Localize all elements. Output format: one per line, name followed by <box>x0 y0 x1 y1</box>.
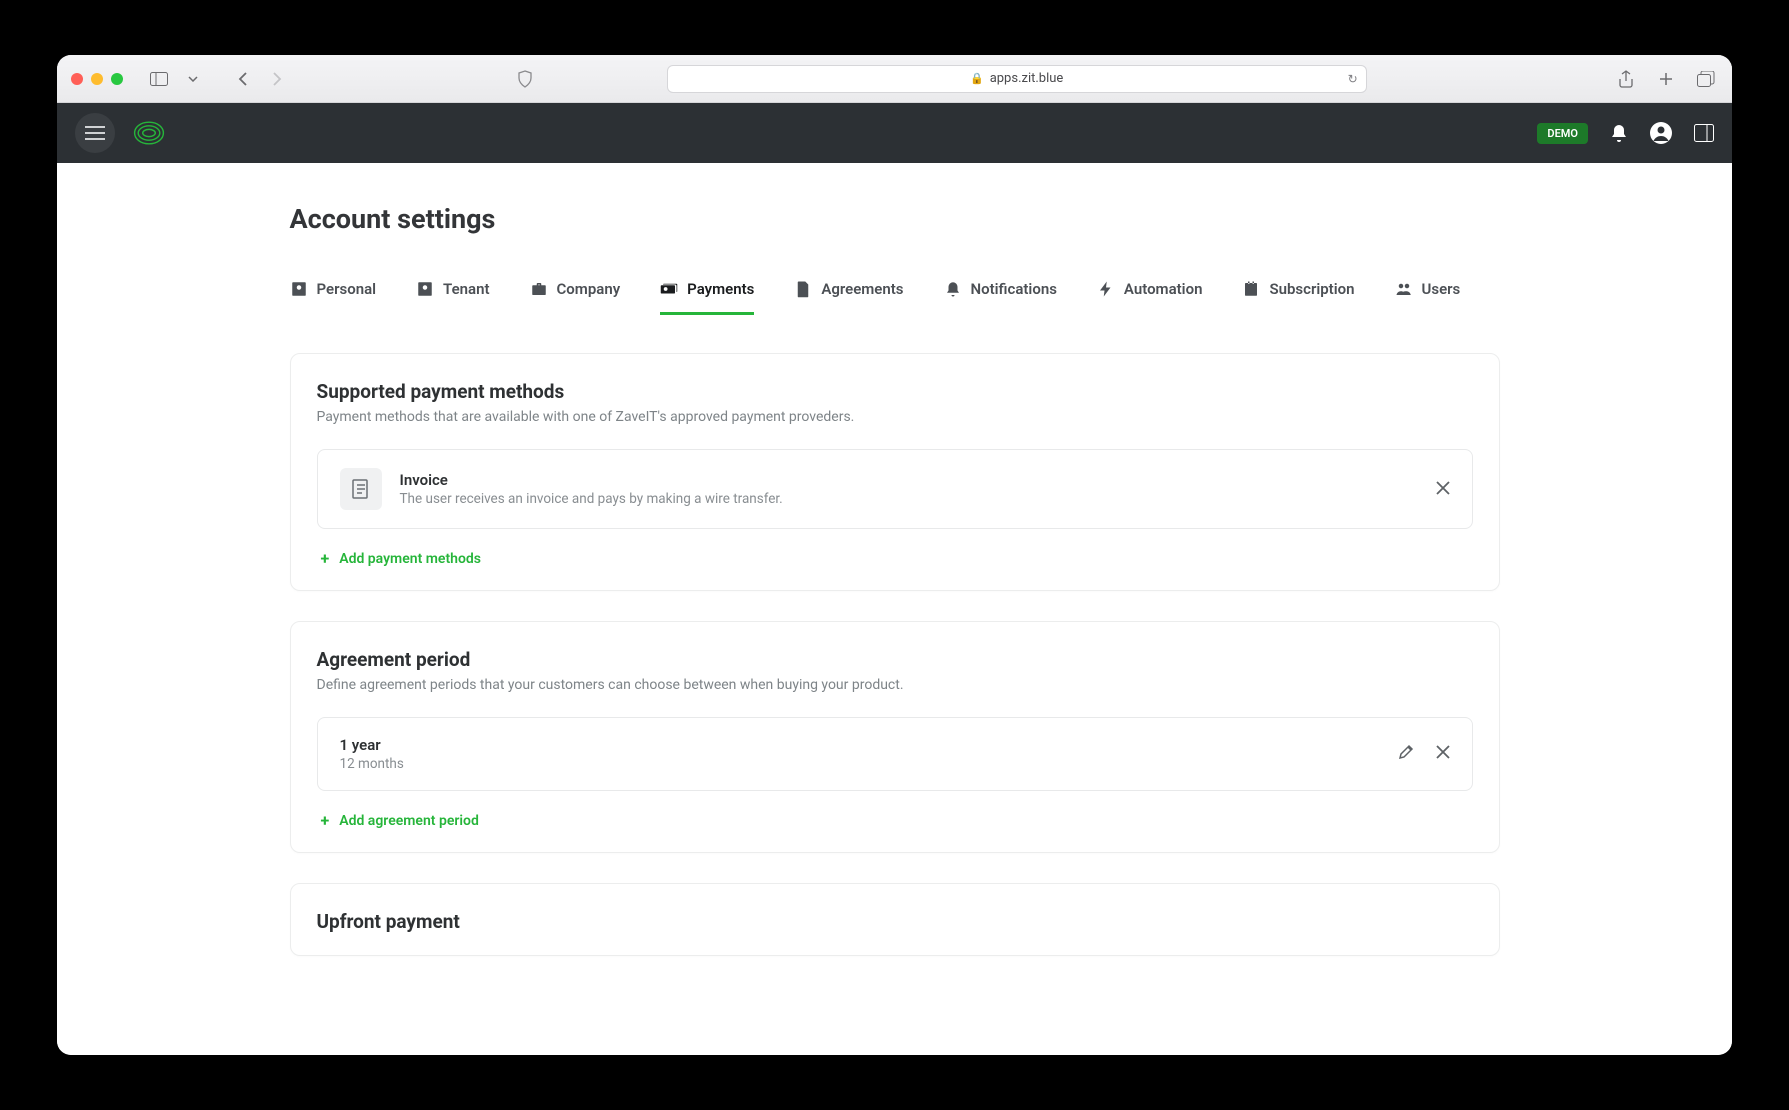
tab-label: Payments <box>687 280 754 298</box>
users-icon <box>1395 280 1413 298</box>
back-button[interactable] <box>231 67 255 91</box>
close-icon <box>1436 745 1450 759</box>
person-card-icon <box>416 280 434 298</box>
edit-button[interactable] <box>1398 744 1414 764</box>
app-header: DEMO <box>57 103 1732 163</box>
tab-subscription[interactable]: Subscription <box>1242 280 1354 315</box>
payment-method-item: Invoice The user receives an invoice and… <box>317 449 1473 529</box>
tab-users[interactable]: Users <box>1395 280 1461 315</box>
panel-icon[interactable] <box>1694 124 1714 142</box>
agreement-period-item: 1 year 12 months <box>317 717 1473 791</box>
remove-button[interactable] <box>1436 480 1450 499</box>
forward-button[interactable] <box>265 67 289 91</box>
tab-label: Subscription <box>1269 280 1354 298</box>
tab-notifications[interactable]: Notifications <box>944 280 1057 315</box>
calendar-icon <box>1242 280 1260 298</box>
tab-label: Users <box>1422 280 1461 298</box>
briefcase-icon <box>530 280 548 298</box>
browser-window: 🔒 apps.zit.blue ↻ DEMO <box>57 55 1732 1055</box>
tab-agreements[interactable]: Agreements <box>794 280 903 315</box>
browser-toolbar: 🔒 apps.zit.blue ↻ <box>57 55 1732 103</box>
url-host: apps.zit.blue <box>990 71 1064 86</box>
pencil-icon <box>1398 744 1414 760</box>
item-description: 12 months <box>340 756 404 772</box>
settings-tabs: Personal Tenant Company Payments Agreeme… <box>290 280 1500 315</box>
tab-label: Notifications <box>971 280 1057 298</box>
add-agreement-period-button[interactable]: + Add agreement period <box>321 811 1473 830</box>
tab-label: Company <box>557 280 621 298</box>
add-label: Add agreement period <box>339 813 479 829</box>
address-bar[interactable]: 🔒 apps.zit.blue ↻ <box>667 65 1367 93</box>
tab-label: Tenant <box>443 280 489 298</box>
item-description: The user receives an invoice and pays by… <box>400 491 783 507</box>
section-title: Upfront payment <box>317 910 1473 933</box>
menu-button[interactable] <box>75 113 115 153</box>
refresh-icon[interactable]: ↻ <box>1348 72 1358 86</box>
close-icon <box>1436 481 1450 495</box>
section-title: Agreement period <box>317 648 1473 671</box>
sidebar-toggle-icon[interactable] <box>147 67 171 91</box>
item-title: 1 year <box>340 736 404 754</box>
tab-label: Agreements <box>821 280 903 298</box>
tab-personal[interactable]: Personal <box>290 280 377 315</box>
bell-icon <box>944 280 962 298</box>
bell-icon[interactable] <box>1610 123 1628 143</box>
payments-icon <box>660 280 678 298</box>
chevron-down-icon[interactable] <box>181 67 205 91</box>
share-icon[interactable] <box>1614 67 1638 91</box>
bolt-icon <box>1097 280 1115 298</box>
section-title: Supported payment methods <box>317 380 1473 403</box>
app-logo[interactable] <box>131 120 167 146</box>
add-label: Add payment methods <box>339 551 481 567</box>
person-card-icon <box>290 280 308 298</box>
demo-badge: DEMO <box>1537 123 1588 144</box>
invoice-icon <box>340 468 382 510</box>
section-subtitle: Define agreement periods that your custo… <box>317 677 1473 693</box>
minimize-window-button[interactable] <box>91 73 103 85</box>
upfront-payment-card: Upfront payment <box>290 883 1500 956</box>
window-controls <box>71 73 123 85</box>
hamburger-icon <box>85 126 105 140</box>
lock-icon: 🔒 <box>970 72 984 85</box>
add-payment-method-button[interactable]: + Add payment methods <box>321 549 1473 568</box>
plus-icon: + <box>321 549 330 568</box>
plus-icon: + <box>321 811 330 830</box>
page-title: Account settings <box>290 203 1500 235</box>
tab-payments[interactable]: Payments <box>660 280 754 315</box>
tab-automation[interactable]: Automation <box>1097 280 1203 315</box>
document-icon <box>794 280 812 298</box>
agreement-period-card: Agreement period Define agreement period… <box>290 621 1500 853</box>
item-title: Invoice <box>400 471 783 489</box>
payment-methods-card: Supported payment methods Payment method… <box>290 353 1500 591</box>
tab-tenant[interactable]: Tenant <box>416 280 489 315</box>
new-tab-icon[interactable] <box>1654 67 1678 91</box>
shield-icon[interactable] <box>513 67 537 91</box>
tabs-icon[interactable] <box>1694 67 1718 91</box>
account-icon[interactable] <box>1650 122 1672 144</box>
section-subtitle: Payment methods that are available with … <box>317 409 1473 425</box>
close-window-button[interactable] <box>71 73 83 85</box>
maximize-window-button[interactable] <box>111 73 123 85</box>
tab-label: Automation <box>1124 280 1203 298</box>
remove-button[interactable] <box>1436 744 1450 764</box>
tab-company[interactable]: Company <box>530 280 621 315</box>
tab-label: Personal <box>317 280 377 298</box>
app-body: Account settings Personal Tenant Company <box>57 163 1732 1055</box>
